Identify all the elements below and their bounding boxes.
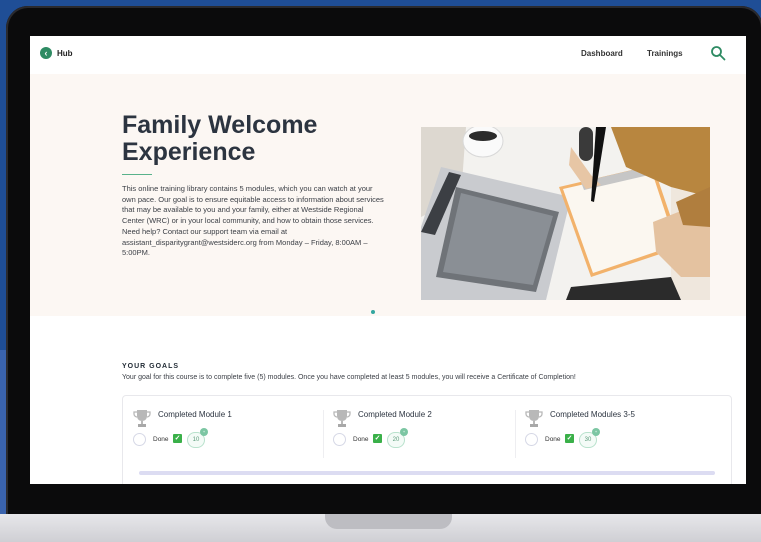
nav-trainings[interactable]: Trainings (647, 49, 683, 58)
search-icon[interactable] (710, 45, 726, 61)
check-icon: ✓ (373, 434, 382, 443)
plus-icon: + (200, 428, 208, 436)
goals-heading: YOUR GOALS (122, 363, 180, 370)
check-icon: ✓ (173, 434, 182, 443)
top-nav: ‹ Hub Dashboard Trainings (30, 36, 746, 74)
laptop-notch (325, 514, 452, 529)
laptop-notebook-illustration (421, 127, 710, 300)
plus-icon: + (400, 428, 408, 436)
hero-photo (421, 127, 710, 300)
goal-checkbox[interactable] (333, 433, 346, 446)
back-arrow-icon: ‹ (40, 47, 52, 59)
hub-link[interactable]: ‹ Hub (40, 47, 73, 59)
goal-status: Done (353, 436, 369, 443)
goal-title: Completed Module 1 (158, 410, 232, 419)
goal-title: Completed Module 2 (358, 410, 432, 419)
title-divider (122, 174, 152, 175)
plus-icon: + (592, 428, 600, 436)
trophy-icon (133, 410, 151, 427)
check-icon: ✓ (565, 434, 574, 443)
goal-title: Completed Modules 3-5 (550, 410, 635, 419)
hub-label: Hub (57, 48, 73, 58)
goals-progress-bar (139, 471, 715, 475)
trophy-icon (333, 410, 351, 427)
carousel-dot[interactable] (371, 310, 375, 314)
goal-item: Completed Modules 3-5 Done ✓ 30 + (515, 396, 731, 464)
hero-section: Family Welcome Experience This online tr… (30, 74, 746, 316)
goal-status: Done (545, 436, 561, 443)
laptop-screen: ‹ Hub Dashboard Trainings Family Welcome… (30, 36, 746, 484)
goal-checkbox[interactable] (525, 433, 538, 446)
goals-card: Completed Module 1 Done ✓ 10 + Completed… (122, 395, 732, 484)
page-title: Family Welcome Experience (122, 111, 318, 166)
goal-item: Completed Module 1 Done ✓ 10 + (123, 396, 323, 464)
trophy-icon (525, 410, 543, 427)
goals-description: Your goal for this course is to complete… (122, 374, 576, 381)
goal-checkbox[interactable] (133, 433, 146, 446)
goal-item: Completed Module 2 Done ✓ 20 + (323, 396, 515, 464)
nav-dashboard[interactable]: Dashboard (581, 49, 623, 58)
hero-description: This online training library contains 5 … (122, 184, 384, 258)
goal-status: Done (153, 436, 169, 443)
